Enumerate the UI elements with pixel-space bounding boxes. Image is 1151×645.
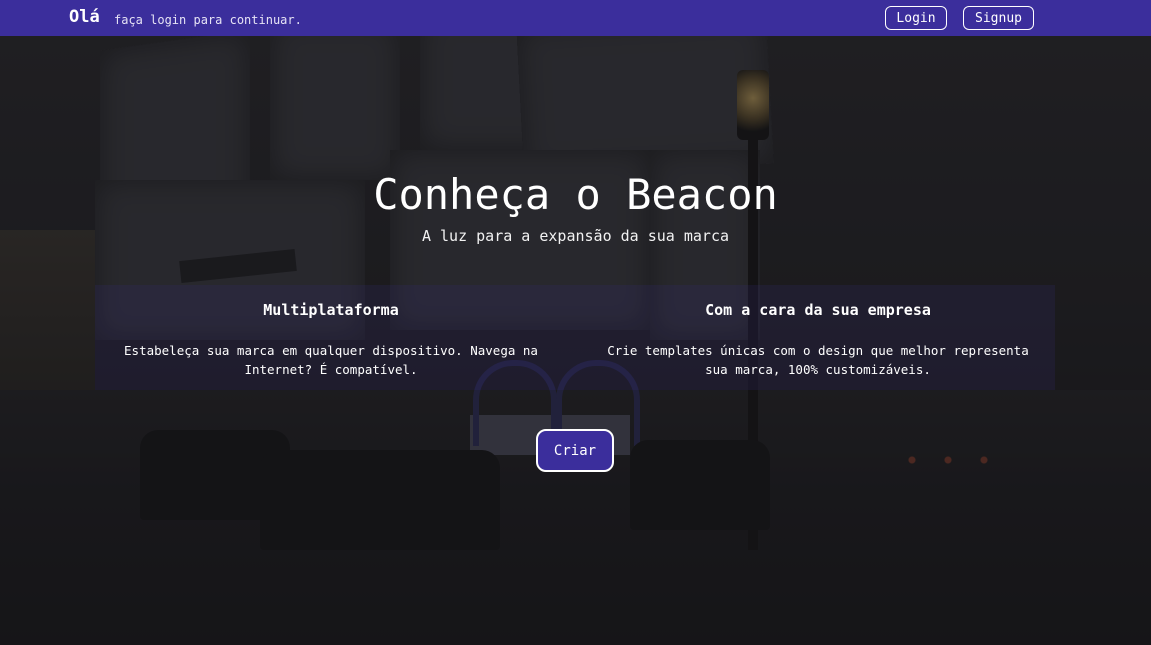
feature-title: Com a cara da sua empresa: [705, 301, 931, 319]
login-button[interactable]: Login: [885, 6, 947, 30]
navbar: Olá faça login para continuar. Login Sig…: [0, 0, 1151, 36]
login-prompt: faça login para continuar.: [114, 13, 302, 27]
landing-page: Olá faça login para continuar. Login Sig…: [0, 0, 1151, 645]
feature-multiplatform: Multiplataforma Estabeleça sua marca em …: [101, 301, 561, 379]
feature-branding: Com a cara da sua empresa Crie templates…: [588, 301, 1048, 379]
hero-title: Conheça o Beacon: [373, 170, 778, 219]
brand-greeting: Olá: [69, 7, 100, 27]
feature-description: Estabeleça sua marca em qualquer disposi…: [124, 343, 538, 377]
hero-subtitle: A luz para a expansão da sua marca: [421, 227, 730, 245]
feature-description: Crie templates únicas com o design que m…: [607, 343, 1029, 377]
create-button[interactable]: Criar: [536, 429, 614, 472]
signup-button[interactable]: Signup: [963, 6, 1034, 30]
feature-title: Multiplataforma: [263, 301, 399, 319]
